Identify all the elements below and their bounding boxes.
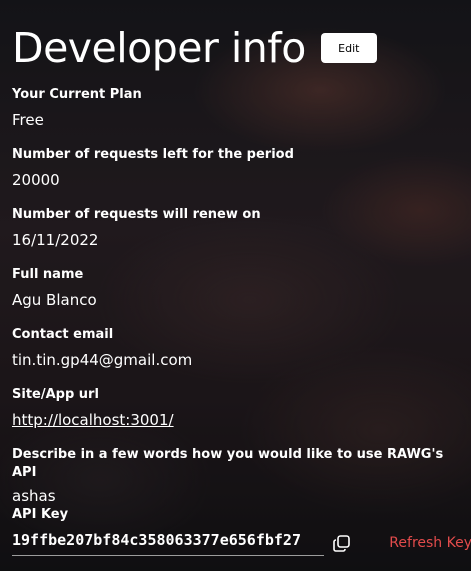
developer-info-panel: Developer info Edit Your Current Plan Fr…: [12, 0, 471, 556]
edit-button[interactable]: Edit: [320, 33, 377, 63]
field-label: Your Current Plan: [12, 87, 142, 102]
field-current-plan: Your Current Plan Free: [12, 86, 467, 130]
field-label: Full name: [12, 267, 84, 282]
field-site-url: Site/App url http://localhost:3001/: [12, 386, 467, 430]
field-value: 20000: [12, 171, 60, 189]
field-label: Number of requests will renew on: [12, 207, 261, 222]
field-full-name: Full name Agu Blanco: [12, 266, 467, 310]
field-value: 16/11/2022: [12, 231, 99, 249]
site-url-link[interactable]: http://localhost:3001/: [12, 411, 174, 429]
field-requests-left: Number of requests left for the period 2…: [12, 146, 467, 190]
field-label: Site/App url: [12, 387, 99, 402]
page-title: Developer info: [12, 24, 306, 72]
field-value: http://localhost:3001/: [12, 410, 467, 430]
field-contact-email: Contact email tin.tin.gp44@gmail.com: [12, 326, 467, 370]
field-label: Contact email: [12, 327, 114, 342]
field-label: Number of requests left for the period: [12, 147, 294, 162]
field-value: ashas: [12, 487, 56, 505]
field-value: tin.tin.gp44@gmail.com: [12, 351, 193, 369]
api-key-row: 19ffbe207bf84c358063377e656fbf27 Refresh…: [12, 527, 471, 559]
field-renew-date: Number of requests will renew on 16/11/2…: [12, 206, 467, 250]
api-key-value: 19ffbe207bf84c358063377e656fbf27: [12, 531, 324, 556]
header: Developer info Edit: [12, 22, 467, 74]
field-label: Describe in a few words how you would li…: [12, 447, 444, 480]
copy-icon[interactable]: [332, 533, 352, 553]
field-value: Agu Blanco: [12, 291, 97, 309]
field-value: Free: [12, 111, 44, 129]
field-api-key: API Key: [12, 506, 467, 524]
field-api-usage-description: Describe in a few words how you would li…: [12, 446, 467, 506]
field-label: API Key: [12, 507, 69, 522]
refresh-key-button[interactable]: Refresh Key: [389, 535, 471, 551]
